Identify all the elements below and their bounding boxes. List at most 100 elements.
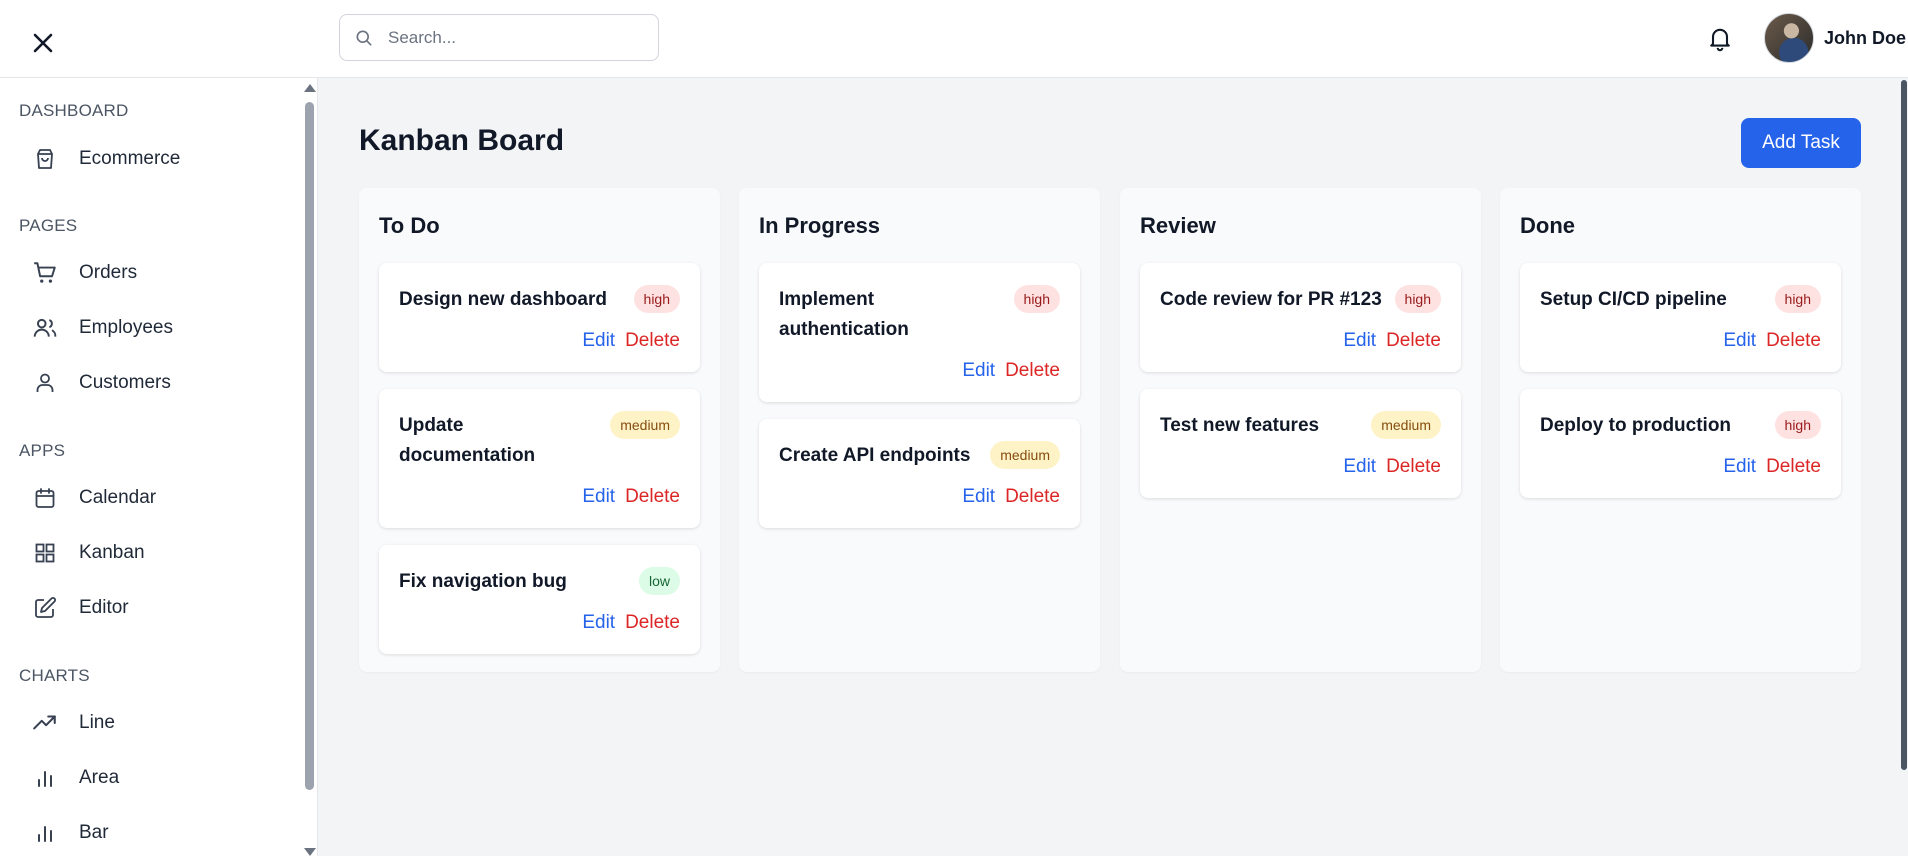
close-icon	[33, 33, 53, 53]
task-card[interactable]: Fix navigation bug low Edit Delete	[379, 545, 700, 654]
task-card[interactable]: Implement authentication high Edit Delet…	[759, 263, 1080, 402]
delete-button[interactable]: Delete	[625, 330, 680, 352]
sidebar-item-employees[interactable]: Employees	[30, 308, 290, 348]
task-title: Code review for PR #123	[1160, 289, 1382, 310]
priority-badge: high	[1013, 285, 1060, 313]
sidebar-item-customers[interactable]: Customers	[30, 363, 290, 403]
delete-button[interactable]: Delete	[625, 612, 680, 634]
top-bar: John Doe	[0, 0, 1908, 78]
sidebar-item-bar[interactable]: Bar	[30, 813, 290, 853]
scroll-up-arrow-icon[interactable]	[304, 84, 316, 92]
user-menu[interactable]: John Doe	[1764, 13, 1906, 63]
task-title: Create API endpoints	[779, 445, 971, 466]
task-title: Implement authentication	[779, 289, 909, 340]
sidebar-item-label: Kanban	[79, 542, 145, 563]
close-sidebar-button[interactable]	[26, 26, 60, 60]
page-title: Kanban Board	[359, 124, 565, 157]
sidebar-item-label: Employees	[79, 317, 173, 338]
edit-button[interactable]: Edit	[1723, 330, 1756, 352]
edit-button[interactable]: Edit	[962, 360, 995, 382]
column-title: To Do	[379, 213, 440, 238]
column-title: Review	[1140, 213, 1216, 238]
edit-button[interactable]: Edit	[1343, 456, 1376, 478]
sidebar-section-apps: APPS	[19, 441, 66, 460]
sidebar-item-editor[interactable]: Editor	[30, 588, 290, 628]
search-input[interactable]	[386, 26, 646, 49]
page-scrollbar[interactable]	[1900, 78, 1908, 856]
edit-button[interactable]: Edit	[962, 486, 995, 508]
task-title: Design new dashboard	[399, 289, 607, 310]
avatar[interactable]	[1764, 13, 1814, 63]
page-scroll-thumb[interactable]	[1901, 80, 1907, 770]
task-title: Deploy to production	[1540, 415, 1732, 436]
bar-chart-icon	[30, 818, 60, 848]
task-card[interactable]: Create API endpoints medium Edit Delete	[759, 419, 1080, 528]
bar-chart-icon	[30, 763, 60, 793]
sidebar-item-label: Line	[79, 712, 115, 733]
edit-button[interactable]: Edit	[582, 486, 615, 508]
calendar-icon	[30, 483, 60, 513]
priority-badge: high	[1394, 285, 1441, 313]
task-title: Fix navigation bug	[399, 571, 567, 592]
sidebar-item-label: Customers	[79, 372, 171, 393]
priority-badge: medium	[990, 441, 1060, 469]
priority-badge: high	[1774, 285, 1821, 313]
task-title: Test new features	[1160, 415, 1320, 436]
task-card[interactable]: Design new dashboard high Edit Delete	[379, 263, 700, 372]
sidebar-item-kanban[interactable]: Kanban	[30, 533, 290, 573]
column-title: Done	[1520, 213, 1575, 238]
sidebar: DASHBOARD Ecommerce PAGES Orders Employe…	[0, 78, 318, 856]
delete-button[interactable]: Delete	[1766, 330, 1821, 352]
edit-button[interactable]: Edit	[582, 612, 615, 634]
sidebar-item-area[interactable]: Area	[30, 758, 290, 798]
delete-button[interactable]: Delete	[1005, 360, 1060, 382]
sidebar-section-pages: PAGES	[19, 216, 78, 235]
task-title: Update documentation	[399, 415, 536, 466]
sidebar-item-orders[interactable]: Orders	[30, 253, 290, 293]
priority-badge: high	[1774, 411, 1821, 439]
task-card[interactable]: Setup CI/CD pipeline high Edit Delete	[1520, 263, 1841, 372]
sidebar-scroll-thumb[interactable]	[305, 102, 314, 790]
search-box[interactable]	[339, 14, 659, 61]
add-task-button[interactable]: Add Task	[1741, 118, 1861, 168]
task-card[interactable]: Update documentation medium Edit Delete	[379, 389, 700, 528]
edit-button[interactable]: Edit	[1343, 330, 1376, 352]
bell-icon	[1710, 28, 1730, 52]
kanban-column-in-progress: In Progress Implement authentication hig…	[739, 188, 1100, 672]
task-card[interactable]: Deploy to production high Edit Delete	[1520, 389, 1841, 498]
sidebar-item-label: Orders	[79, 262, 138, 283]
delete-button[interactable]: Delete	[1386, 330, 1441, 352]
kanban-column-todo: To Do Design new dashboard high Edit Del…	[359, 188, 720, 672]
sidebar-section-charts: CHARTS	[19, 666, 90, 685]
priority-badge: medium	[610, 411, 680, 439]
trending-up-icon	[30, 708, 60, 738]
sidebar-section-dashboard: DASHBOARD	[19, 101, 129, 120]
priority-badge: low	[638, 567, 680, 595]
edit-button[interactable]: Edit	[1723, 456, 1756, 478]
sidebar-item-calendar[interactable]: Calendar	[30, 478, 290, 518]
edit-button[interactable]: Edit	[582, 330, 615, 352]
delete-button[interactable]: Delete	[1005, 486, 1060, 508]
task-title: Setup CI/CD pipeline	[1540, 289, 1727, 310]
shopping-cart-icon	[30, 258, 60, 288]
sidebar-item-label: Calendar	[79, 487, 157, 508]
priority-badge: high	[633, 285, 680, 313]
user-name: John Doe	[1824, 27, 1907, 48]
sidebar-item-line[interactable]: Line	[30, 703, 290, 743]
sidebar-item-label: Ecommerce	[79, 148, 181, 169]
sidebar-item-label: Bar	[79, 822, 109, 843]
priority-badge: medium	[1371, 411, 1441, 439]
search-icon	[356, 30, 372, 46]
delete-button[interactable]: Delete	[1766, 456, 1821, 478]
notifications-button[interactable]	[1703, 20, 1737, 56]
delete-button[interactable]: Delete	[1386, 456, 1441, 478]
task-card[interactable]: Test new features medium Edit Delete	[1140, 389, 1461, 498]
delete-button[interactable]: Delete	[625, 486, 680, 508]
scroll-down-arrow-icon[interactable]	[304, 848, 316, 856]
sidebar-scrollbar[interactable]	[302, 78, 316, 856]
sidebar-item-ecommerce[interactable]: Ecommerce	[30, 139, 290, 179]
edit-icon	[30, 593, 60, 623]
user-icon	[30, 368, 60, 398]
task-card[interactable]: Code review for PR #123 high Edit Delete	[1140, 263, 1461, 372]
sidebar-item-label: Editor	[79, 597, 129, 618]
